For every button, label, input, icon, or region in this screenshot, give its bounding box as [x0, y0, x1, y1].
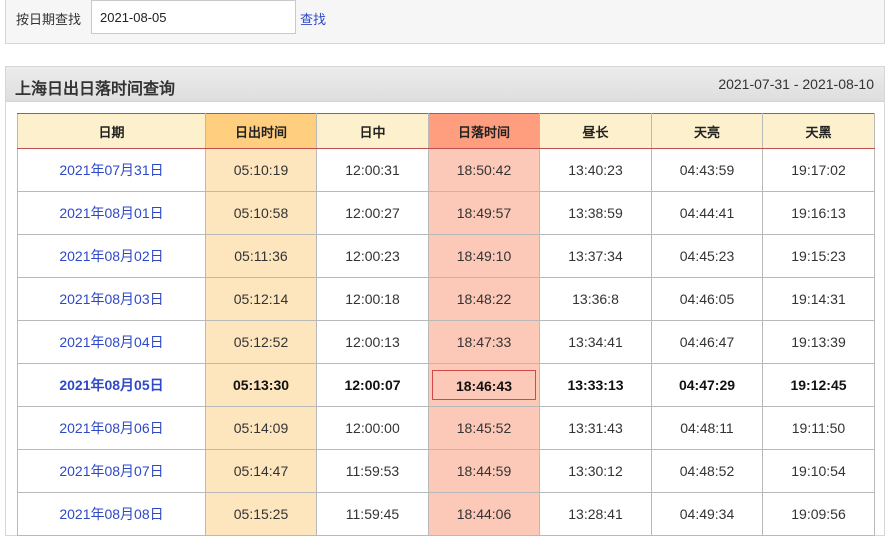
table-row: 2021年08月05日 05:13:30 12:00:07 18:46:43 13:33… [17, 363, 875, 407]
col-header-dusk: 天黑 [762, 113, 875, 149]
cell-dusk: 19:09:56 [762, 492, 875, 536]
cell-day-length: 13:31:43 [539, 406, 652, 450]
cell-sunset: 18:49:57 [428, 191, 540, 235]
cell-day-length: 13:30:12 [539, 449, 652, 493]
cell-solar-noon: 12:00:31 [316, 148, 429, 192]
table-header-row: 日期 日出时间 日中 日落时间 昼长 天亮 天黑 [17, 113, 875, 149]
table-row: 2021年08月02日 05:11:36 12:00:23 18:49:10 13:37… [17, 234, 875, 278]
cell-day-length: 13:36:8 [539, 277, 652, 321]
cell-date: 2021年07月31日 [17, 148, 206, 192]
cell-dawn: 04:45:23 [651, 234, 763, 278]
cell-date: 2021年08月06日 [17, 406, 206, 450]
cell-day-length: 13:34:41 [539, 320, 652, 364]
cell-dawn: 04:47:29 [651, 363, 763, 407]
table-row: 2021年07月31日 05:10:19 12:00:31 18:50:42 13:40… [17, 148, 875, 192]
cell-solar-noon: 12:00:07 [316, 363, 429, 407]
cell-day-length: 13:40:23 [539, 148, 652, 192]
cell-date: 2021年08月08日 [17, 492, 206, 536]
cell-sunrise: 05:11:36 [205, 234, 317, 278]
cell-sunset: 18:50:42 [428, 148, 540, 192]
cell-sunrise: 05:10:58 [205, 191, 317, 235]
cell-day-length: 13:37:34 [539, 234, 652, 278]
cell-sunrise: 05:12:14 [205, 277, 317, 321]
date-input[interactable] [91, 0, 296, 34]
search-panel: 按日期查找 查找 [5, 0, 885, 44]
cell-sunset: 18:48:22 [428, 277, 540, 321]
cell-sunrise: 05:10:19 [205, 148, 317, 192]
cell-date: 2021年08月01日 [17, 191, 206, 235]
cell-dusk: 19:14:31 [762, 277, 875, 321]
cell-sunrise: 05:14:47 [205, 449, 317, 493]
col-header-sunrise: 日出时间 [205, 113, 317, 149]
date-link[interactable]: 2021年08月06日 [59, 420, 163, 436]
cell-date: 2021年08月04日 [17, 320, 206, 364]
date-link[interactable]: 2021年08月05日 [59, 377, 163, 393]
table-row: 2021年08月08日 05:15:25 11:59:45 18:44:06 13:28… [17, 492, 875, 536]
cell-sunrise: 05:12:52 [205, 320, 317, 364]
cell-solar-noon: 12:00:23 [316, 234, 429, 278]
date-link[interactable]: 2021年08月01日 [59, 205, 163, 221]
cell-sunrise: 05:15:25 [205, 492, 317, 536]
date-link[interactable]: 2021年07月31日 [59, 162, 163, 178]
cell-dusk: 19:12:45 [762, 363, 875, 407]
table-row: 2021年08月01日 05:10:58 12:00:27 18:49:57 13:38… [17, 191, 875, 235]
panel-title: 上海日出日落时间查询 [15, 81, 176, 98]
col-header-dawn: 天亮 [651, 113, 763, 149]
table-row: 2021年08月06日 05:14:09 12:00:00 18:45:52 13:31… [17, 406, 875, 450]
cell-date: 2021年08月02日 [17, 234, 206, 278]
cell-solar-noon: 11:59:45 [316, 492, 429, 536]
cell-sunset: 18:47:33 [428, 320, 540, 364]
date-link[interactable]: 2021年08月04日 [59, 334, 163, 350]
cell-dusk: 19:17:02 [762, 148, 875, 192]
cell-solar-noon: 12:00:27 [316, 191, 429, 235]
sun-times-table: 日期 日出时间 日中 日落时间 昼长 天亮 天黑 2021年07月31日 05:1… [17, 113, 875, 536]
cell-solar-noon: 11:59:53 [316, 449, 429, 493]
highlight-box: 18:46:43 [432, 370, 536, 400]
col-header-solar-noon: 日中 [316, 113, 429, 149]
date-link[interactable]: 2021年08月08日 [59, 506, 163, 522]
col-header-sunset: 日落时间 [428, 113, 540, 149]
table-row: 2021年08月03日 05:12:14 12:00:18 18:48:22 13:36… [17, 277, 875, 321]
cell-day-length: 13:38:59 [539, 191, 652, 235]
cell-dawn: 04:43:59 [651, 148, 763, 192]
cell-sunset: 18:45:52 [428, 406, 540, 450]
cell-day-length: 13:28:41 [539, 492, 652, 536]
cell-dusk: 19:11:50 [762, 406, 875, 450]
col-header-date: 日期 [17, 113, 206, 149]
cell-dusk: 19:13:39 [762, 320, 875, 364]
table-row: 2021年08月07日 05:14:47 11:59:53 18:44:59 13:30… [17, 449, 875, 493]
cell-dawn: 04:44:41 [651, 191, 763, 235]
table-row: 2021年08月04日 05:12:52 12:00:13 18:47:33 13:34… [17, 320, 875, 364]
results-header: 上海日出日落时间查询 2021-07-31 - 2021-08-10 [6, 67, 884, 102]
cell-solar-noon: 12:00:18 [316, 277, 429, 321]
cell-dawn: 04:48:52 [651, 449, 763, 493]
cell-solar-noon: 12:00:00 [316, 406, 429, 450]
cell-dawn: 04:46:05 [651, 277, 763, 321]
date-link[interactable]: 2021年08月07日 [59, 463, 163, 479]
cell-dusk: 19:15:23 [762, 234, 875, 278]
cell-dusk: 19:16:13 [762, 191, 875, 235]
cell-sunset: 18:44:59 [428, 449, 540, 493]
cell-dawn: 04:46:47 [651, 320, 763, 364]
cell-day-length: 13:33:13 [539, 363, 652, 407]
cell-dawn: 04:48:11 [651, 406, 763, 450]
cell-date: 2021年08月03日 [17, 277, 206, 321]
col-header-day-length: 昼长 [539, 113, 652, 149]
cell-solar-noon: 12:00:13 [316, 320, 429, 364]
cell-sunrise: 05:13:30 [205, 363, 317, 407]
cell-dawn: 04:49:34 [651, 492, 763, 536]
cell-date: 2021年08月05日 [17, 363, 206, 407]
date-link[interactable]: 2021年08月03日 [59, 291, 163, 307]
search-button[interactable]: 查找 [300, 9, 326, 28]
cell-sunset: 18:46:43 [428, 363, 540, 407]
date-range: 2021-07-31 - 2021-08-10 [718, 76, 874, 92]
search-label: 按日期查找 [16, 12, 82, 27]
cell-dusk: 19:10:54 [762, 449, 875, 493]
results-panel: 上海日出日落时间查询 2021-07-31 - 2021-08-10 日期 日出… [5, 66, 885, 536]
cell-sunrise: 05:14:09 [205, 406, 317, 450]
cell-sunset: 18:49:10 [428, 234, 540, 278]
cell-date: 2021年08月07日 [17, 449, 206, 493]
cell-sunset: 18:44:06 [428, 492, 540, 536]
date-link[interactable]: 2021年08月02日 [59, 248, 163, 264]
